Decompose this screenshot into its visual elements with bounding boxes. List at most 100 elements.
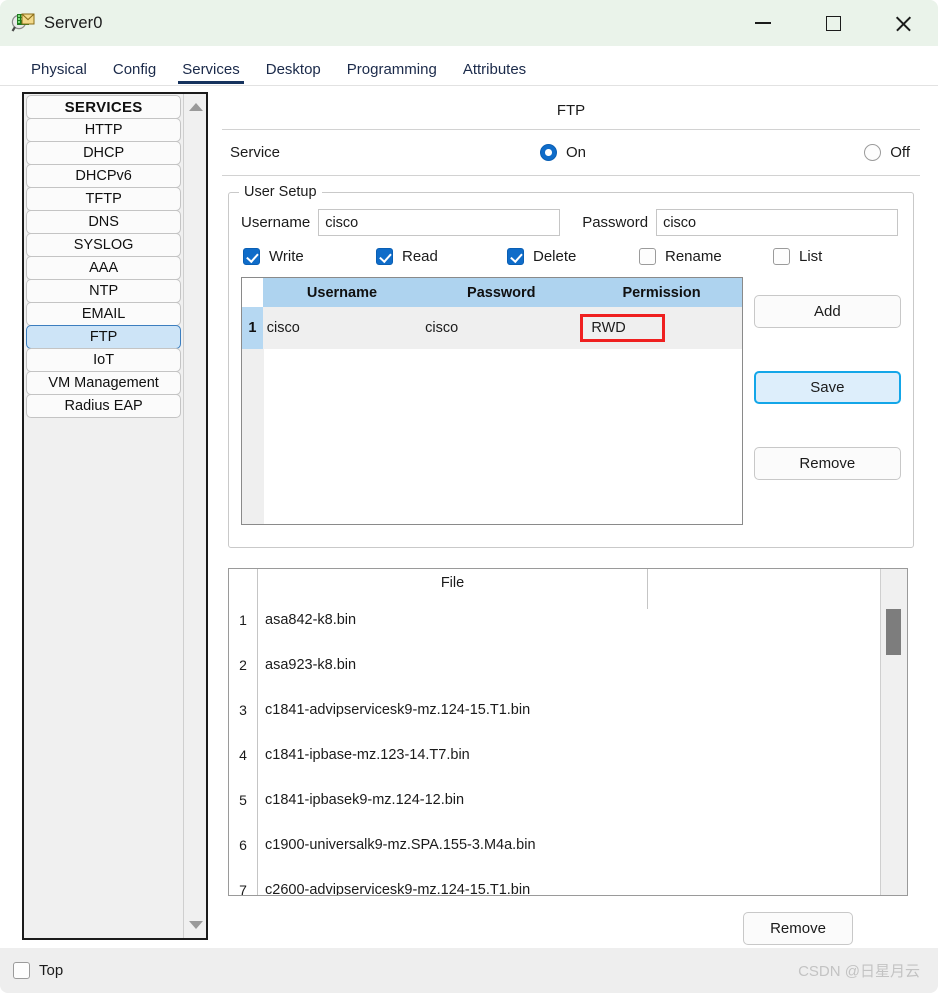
file-list-scrollbar[interactable]	[880, 569, 907, 895]
window-title: Server0	[44, 13, 103, 32]
user-table: Username Password Permission 1 cisco cis…	[241, 277, 743, 525]
service-off-option[interactable]: Off	[864, 144, 910, 161]
sidebar-item-email[interactable]: EMAIL	[26, 302, 182, 326]
permission-checkbox-row: Write Read Delete Rename List	[241, 248, 901, 265]
tab-programming[interactable]: Programming	[334, 61, 450, 85]
tab-desktop[interactable]: Desktop	[253, 61, 334, 85]
radio-off-icon[interactable]	[864, 144, 882, 161]
user-setup-group: User Setup Username Password Write Read	[228, 184, 914, 548]
file-column-header: File	[440, 575, 465, 591]
permission-list[interactable]: List	[773, 248, 822, 265]
scrollbar-thumb[interactable]	[886, 609, 901, 655]
list-item[interactable]: asa842-k8.bin	[258, 597, 880, 642]
sidebar-item-aaa[interactable]: AAA	[26, 256, 182, 280]
list-checkbox-icon[interactable]	[773, 248, 790, 265]
save-button[interactable]: Save	[753, 371, 901, 404]
add-button[interactable]: Add	[753, 295, 901, 328]
file-index: 3	[239, 701, 247, 718]
radio-on-icon[interactable]	[540, 144, 557, 161]
rename-label: Rename	[665, 248, 722, 265]
file-index: 4	[239, 746, 247, 763]
triangle-down-icon	[188, 921, 203, 929]
file-list-header: File	[258, 569, 880, 609]
scroll-down-button[interactable]	[184, 914, 207, 936]
service-toggle-row: Service On Off	[222, 130, 920, 176]
sidebar-item-dhcpv6[interactable]: DHCPv6	[26, 164, 182, 188]
list-item[interactable]: c1841-ipbase-mz.123-14.T7.bin	[258, 732, 880, 777]
password-input[interactable]	[656, 209, 899, 236]
close-button[interactable]	[868, 0, 938, 46]
sidebar-item-tftp[interactable]: TFTP	[26, 187, 182, 211]
tab-bar: Physical Config Services Desktop Program…	[0, 46, 938, 86]
permission-write[interactable]: Write	[243, 248, 376, 265]
tab-services[interactable]: Services	[169, 61, 253, 85]
rename-checkbox-icon[interactable]	[639, 248, 656, 265]
read-checkbox-icon[interactable]	[376, 248, 393, 265]
tab-config[interactable]: Config	[100, 61, 169, 85]
list-item[interactable]: c2600-advipservicesk9-mz.124-15.T1.bin	[258, 867, 880, 896]
delete-checkbox-icon[interactable]	[507, 248, 524, 265]
maximize-icon	[825, 15, 841, 31]
permission-read[interactable]: Read	[376, 248, 507, 265]
maximize-button[interactable]	[798, 0, 868, 46]
write-label: Write	[269, 248, 304, 265]
user-action-buttons: Add Save Remove	[743, 277, 901, 525]
file-remove-button[interactable]: Remove	[743, 912, 853, 945]
file-name-column: File asa842-k8.bin asa923-k8.bin c1841-a…	[258, 569, 880, 895]
file-index: 5	[239, 791, 247, 808]
table-row[interactable]: 1 cisco cisco RWD	[242, 307, 742, 349]
sidebar-item-ntp[interactable]: NTP	[26, 279, 182, 303]
user-setup-legend: User Setup	[239, 184, 322, 200]
user-table-zone: Username Password Permission 1 cisco cis…	[241, 277, 901, 525]
sidebar-scrollbar[interactable]	[183, 94, 206, 938]
file-index: 7	[239, 881, 247, 896]
service-off-label: Off	[890, 144, 910, 161]
sidebar-item-vm-management[interactable]: VM Management	[26, 371, 182, 395]
page-title: FTP	[222, 92, 920, 130]
top-checkbox-group[interactable]: Top	[13, 962, 63, 979]
sidebar-item-dns[interactable]: DNS	[26, 210, 182, 234]
window-titlebar: Server0	[0, 0, 938, 46]
write-checkbox-icon[interactable]	[243, 248, 260, 265]
username-input[interactable]	[318, 209, 561, 236]
minimize-button[interactable]	[728, 0, 798, 46]
service-label: Service	[230, 144, 281, 161]
services-list: SERVICES HTTP DHCP DHCPv6 TFTP DNS SYSLO…	[24, 94, 184, 938]
sidebar-item-dhcp[interactable]: DHCP	[26, 141, 182, 165]
top-label: Top	[39, 962, 64, 979]
services-sidebar: SERVICES HTTP DHCP DHCPv6 TFTP DNS SYSLO…	[22, 92, 208, 940]
remove-user-button[interactable]: Remove	[753, 447, 901, 480]
scroll-up-button[interactable]	[184, 96, 207, 118]
sidebar-item-radius-eap[interactable]: Radius EAP	[26, 394, 182, 418]
file-index-column: 1 2 3 4 5 6 7	[229, 569, 258, 895]
window-body: SERVICES HTTP DHCP DHCPv6 TFTP DNS SYSLO…	[0, 86, 938, 948]
header-index-cell	[242, 278, 263, 307]
sidebar-item-iot[interactable]: IoT	[26, 348, 182, 372]
cell-permission-highlighted: RWD	[580, 314, 665, 342]
list-item[interactable]: c1900-universalk9-mz.SPA.155-3.M4a.bin	[258, 822, 880, 867]
minimize-icon	[755, 22, 771, 24]
list-item[interactable]: c1841-advipservicesk9-mz.124-15.T1.bin	[258, 687, 880, 732]
column-divider	[647, 569, 648, 609]
list-item[interactable]: c1841-ipbasek9-mz.124-12.bin	[258, 777, 880, 822]
sidebar-item-http[interactable]: HTTP	[26, 118, 182, 142]
service-on-option[interactable]: On	[540, 144, 586, 161]
permission-rename[interactable]: Rename	[639, 248, 773, 265]
sidebar-item-ftp[interactable]: FTP	[26, 325, 182, 349]
permission-delete[interactable]: Delete	[507, 248, 639, 265]
window-controls	[728, 0, 938, 46]
user-table-header: Username Password Permission	[242, 278, 742, 307]
tab-attributes[interactable]: Attributes	[450, 61, 539, 85]
triangle-up-icon	[188, 103, 203, 111]
user-table-empty-area	[242, 349, 742, 524]
row-index: 1	[242, 307, 263, 349]
sidebar-item-syslog[interactable]: SYSLOG	[26, 233, 182, 257]
password-label: Password	[582, 214, 649, 231]
file-index: 1	[239, 611, 247, 628]
server-mail-icon	[10, 10, 36, 36]
top-checkbox-icon[interactable]	[13, 962, 30, 979]
list-item[interactable]: asa923-k8.bin	[258, 642, 880, 687]
header-password: Password	[467, 284, 536, 301]
tab-physical[interactable]: Physical	[18, 61, 100, 85]
cell-password: cisco	[425, 320, 459, 336]
